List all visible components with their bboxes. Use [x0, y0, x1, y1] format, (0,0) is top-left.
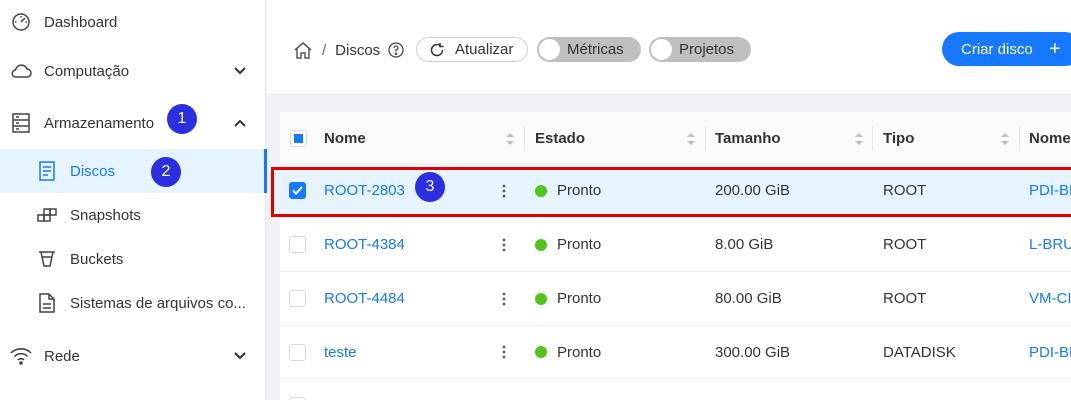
metrics-label: Métricas: [567, 41, 624, 58]
sidebar-item-label: Computação: [44, 62, 130, 80]
breadcrumb-current: Discos: [335, 41, 381, 59]
sidebar-item-label: Dashboard: [44, 13, 118, 31]
type-cell: DATADISK: [883, 343, 956, 361]
sidebar-item-computacao[interactable]: Computação: [0, 51, 266, 91]
row-checkbox[interactable]: [289, 290, 306, 307]
vm-name-link[interactable]: PDI-BF: [1029, 326, 1071, 378]
status-cell: Pronto: [535, 326, 601, 378]
row-checkbox[interactable]: [289, 236, 306, 253]
more-actions-icon[interactable]: [494, 289, 514, 309]
cloud-icon: [10, 60, 32, 82]
sort-icon[interactable]: [505, 132, 515, 146]
table-header: Nome Estado Tamanho Tipo Nome: [280, 112, 1071, 164]
file-icon: [37, 293, 57, 313]
table-row[interactable]: [280, 379, 1071, 400]
annotation-badge: 1: [167, 104, 197, 134]
type-cell: ROOT: [883, 236, 927, 253]
wifi-icon: [10, 345, 32, 367]
refresh-icon: [429, 42, 445, 58]
storage-icon: [10, 112, 32, 134]
create-disk-button[interactable]: Criar disco +: [942, 32, 1071, 66]
table-row[interactable]: ROOT-4384 Pronto 8.00 GiB ROOT L-BRU: [280, 218, 1071, 272]
column-header-tipo[interactable]: Tipo: [883, 112, 914, 164]
refresh-button[interactable]: Atualizar: [416, 37, 528, 62]
create-disk-label: Criar disco: [961, 40, 1033, 58]
disk-name-link[interactable]: ROOT-4484: [324, 272, 405, 325]
annotation-badge: 3: [415, 172, 445, 202]
sidebar-item-rede[interactable]: Rede: [0, 336, 266, 376]
selection-highlight: [271, 167, 1071, 217]
sidebar-item-label: Buckets: [70, 250, 124, 268]
status-text: Pronto: [557, 290, 602, 307]
bucket-icon: [37, 249, 57, 269]
size-cell: 300.00 GiB: [715, 343, 791, 361]
projects-toggle[interactable]: Projetos: [649, 37, 751, 62]
projects-label: Projetos: [679, 41, 735, 58]
sidebar-item-snapshots[interactable]: Snapshots: [0, 193, 266, 237]
vm-name-link[interactable]: VM-CI: [1029, 272, 1071, 325]
size-cell: 80.00 GiB: [715, 290, 782, 307]
status-text: Pronto: [557, 343, 602, 361]
plus-icon: +: [1049, 38, 1061, 60]
toggle-knob: [539, 39, 560, 60]
metrics-toggle[interactable]: Métricas: [537, 37, 641, 62]
sort-icon[interactable]: [854, 132, 864, 146]
column-divider: [1019, 126, 1020, 150]
status-text: Pronto: [557, 236, 602, 253]
sidebar-item-label: Discos: [70, 162, 116, 180]
chevron-up-icon[interactable]: [232, 115, 248, 131]
app-root: Dashboard Computação Armazenamento Disco…: [0, 0, 1071, 400]
status-dot: [535, 346, 547, 358]
chevron-down-icon[interactable]: [232, 348, 248, 364]
status-cell: Pronto: [535, 272, 601, 325]
home-icon[interactable]: [293, 41, 313, 59]
sidebar-item-sistemas-de-arquivos[interactable]: Sistemas de arquivos co...: [0, 281, 266, 325]
column-header-tamanho[interactable]: Tamanho: [715, 112, 781, 164]
annotation-badge: 2: [151, 157, 181, 187]
page-header: / Discos Atualizar Métricas Projetos Cri…: [267, 0, 1071, 95]
sort-icon[interactable]: [1000, 132, 1010, 146]
sidebar-item-buckets[interactable]: Buckets: [0, 237, 266, 281]
sidebar-item-armazenamento[interactable]: Armazenamento: [0, 103, 266, 143]
breadcrumb-separator: /: [322, 41, 327, 59]
refresh-label: Atualizar: [455, 41, 514, 58]
disk-name-link[interactable]: ROOT-4384: [324, 218, 405, 271]
sidebar: Dashboard Computação Armazenamento Disco…: [0, 0, 267, 400]
column-divider: [705, 126, 706, 150]
sidebar-item-label: Snapshots: [70, 206, 141, 224]
status-dot: [535, 238, 547, 251]
row-checkbox[interactable]: [289, 344, 306, 361]
table-row[interactable]: teste Pronto 300.00 GiB DATADISK PDI-BF: [280, 326, 1071, 379]
sidebar-item-label: Armazenamento: [44, 114, 155, 132]
snapshot-icon: [37, 205, 57, 225]
vm-name-link[interactable]: L-BRU: [1029, 218, 1071, 271]
disk-name-link[interactable]: teste: [324, 326, 357, 378]
status-cell: Pronto: [535, 218, 601, 271]
dashboard-icon: [10, 11, 32, 33]
chevron-down-icon[interactable]: [232, 63, 248, 79]
more-actions-icon[interactable]: [494, 235, 514, 255]
sidebar-item-discos[interactable]: Discos: [0, 149, 267, 193]
disks-table: Nome Estado Tamanho Tipo Nome ROOT-2803 …: [280, 112, 1071, 400]
column-header-estado[interactable]: Estado: [535, 112, 585, 164]
type-cell: ROOT: [883, 290, 927, 307]
help-icon[interactable]: [388, 42, 404, 58]
toggle-knob: [651, 39, 672, 60]
disk-icon: [37, 161, 57, 181]
more-actions-icon[interactable]: [494, 342, 514, 362]
breadcrumb: / Discos: [293, 38, 404, 62]
size-cell: 8.00 GiB: [715, 236, 774, 253]
sort-icon[interactable]: [686, 132, 696, 146]
sidebar-item-label: Sistemas de arquivos co...: [70, 294, 246, 312]
select-all-checkbox[interactable]: [290, 130, 307, 147]
sidebar-item-label: Rede: [44, 347, 80, 365]
column-divider: [872, 126, 873, 150]
sidebar-item-dashboard[interactable]: Dashboard: [0, 2, 266, 42]
column-header-vm[interactable]: Nome: [1029, 112, 1071, 164]
status-dot: [535, 292, 547, 305]
column-header-nome[interactable]: Nome: [324, 112, 366, 164]
column-divider: [524, 126, 525, 150]
table-row[interactable]: ROOT-4484 Pronto 80.00 GiB ROOT VM-CI: [280, 272, 1071, 326]
